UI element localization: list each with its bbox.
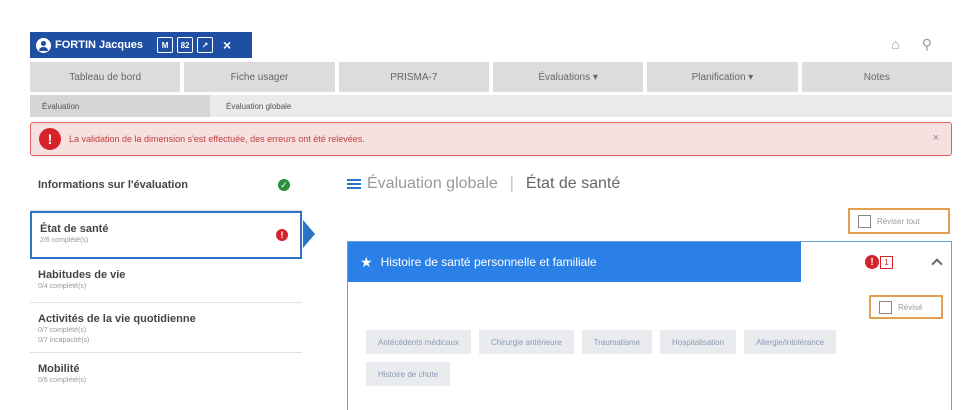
error-count-badge: 1 — [880, 255, 893, 269]
user-icon — [36, 37, 51, 53]
error-icon: ! — [865, 255, 879, 269]
chip-histoire-de-chute[interactable]: Histoire de chute — [366, 362, 451, 386]
sidebar-item-activites[interactable]: Activités de la vie quotidienne 0/7 comp… — [30, 303, 302, 353]
nav-prisma-7[interactable]: PRISMA-7 — [338, 62, 489, 92]
subnav-evaluation[interactable]: Évaluation — [30, 95, 210, 117]
sidebar-item-label: État de santé — [40, 223, 109, 235]
number-badge-icon[interactable]: 82 — [177, 37, 194, 53]
revise-checkbox[interactable]: Révisé — [869, 295, 943, 319]
chip-antecedents-medicaux[interactable]: Antécédents médicaux — [366, 330, 471, 354]
panel-title: Histoire de santé personnelle et familia… — [380, 255, 597, 269]
section-panel: ★ Histoire de santé personnelle et famil… — [347, 241, 952, 410]
sidebar-item-progress: 0/4 complété(s) — [38, 283, 87, 290]
sidebar-item-label: Mobilité — [38, 363, 80, 375]
top-icons: ⌂ ⚲ — [891, 36, 932, 53]
sidebar-item-mobilite[interactable]: Mobilité 0/6 complété(s) — [30, 353, 302, 393]
nav-notes[interactable]: Notes — [801, 62, 952, 92]
panel-header[interactable]: ★ Histoire de santé personnelle et famil… — [348, 242, 951, 282]
chip-hospitalisation[interactable]: Hospitalisation — [660, 330, 737, 354]
panel-error-indicator: ! 1 — [865, 255, 893, 269]
breadcrumb-separator: | — [509, 175, 514, 192]
sidebar-item-progress: 0/6 complété(s) — [38, 377, 87, 384]
error-message: La validation de la dimension s'est effe… — [69, 134, 365, 144]
sidebar-item-label: Activités de la vie quotidienne — [38, 313, 196, 325]
page-title: État de santé — [525, 175, 621, 192]
subnav-evaluation-globale[interactable]: Évaluation globale — [210, 102, 291, 111]
sidebar-item-label: Habitudes de vie — [38, 269, 126, 281]
chip-traumatisme[interactable]: Traumatisme — [581, 330, 653, 354]
subsection-chips: Antécédents médicaux Chirurgie antérieur… — [366, 330, 846, 386]
sidebar-item-habitudes-de-vie[interactable]: Habitudes de vie 0/4 complété(s) — [30, 259, 302, 303]
nav-evaluations[interactable]: Évaluations ▾ — [492, 62, 644, 92]
panel-header-controls: ! 1 — [801, 242, 951, 282]
checkbox-icon[interactable] — [858, 214, 871, 228]
nav-planification[interactable]: Planification ▾ — [647, 62, 798, 92]
revise-label: Révisé — [898, 302, 923, 312]
error-status-icon: ! — [276, 229, 288, 241]
close-icon[interactable]: × — [223, 37, 231, 53]
patient-tab[interactable]: FORTIN Jacques M 82 ↗ × — [30, 32, 252, 58]
patient-name[interactable]: FORTIN Jacques — [55, 39, 143, 51]
chip-allergie-intolerance[interactable]: Allergie/intolérance — [744, 330, 837, 354]
sidebar-item-label: Informations sur l'évaluation — [38, 179, 188, 191]
error-icon: ! — [39, 128, 61, 150]
checkbox-icon[interactable] — [879, 300, 892, 314]
chip-chirurgie-anterieure[interactable]: Chirurgie antérieure — [478, 330, 574, 354]
nav-fiche-usager[interactable]: Fiche usager — [184, 62, 335, 92]
alert-close-icon[interactable]: × — [933, 132, 939, 144]
menu-icon[interactable] — [347, 179, 361, 189]
sidebar-item-etat-de-sante[interactable]: État de santé 2/6 complété(s) ! — [30, 211, 302, 259]
sidebar-item-informations[interactable]: Informations sur l'évaluation ✓ — [30, 165, 302, 211]
revise-all-label: Réviser tout — [877, 216, 920, 226]
chevron-up-icon[interactable] — [931, 258, 943, 270]
sidebar-item-incapacity: 0/7 incapacité(s) — [38, 337, 90, 345]
main-nav: Tableau de bord Fiche usager PRISMA-7 Év… — [30, 62, 952, 92]
search-icon[interactable]: ⚲ — [922, 36, 932, 53]
m-badge-icon[interactable]: M — [157, 37, 174, 53]
star-icon: ★ — [360, 253, 373, 270]
external-link-icon[interactable]: ↗ — [197, 37, 214, 53]
sidebar-item-progress: 0/7 complété(s) — [38, 327, 87, 334]
sidebar-item-progress: 2/6 complété(s) — [40, 237, 89, 244]
nav-tableau-de-bord[interactable]: Tableau de bord — [30, 62, 181, 92]
breadcrumb: Évaluation globale | État de santé — [347, 175, 620, 193]
sidebar: Informations sur l'évaluation ✓ État de … — [30, 165, 302, 393]
revise-all-checkbox[interactable]: Réviser tout — [848, 208, 950, 234]
home-icon[interactable]: ⌂ — [891, 36, 899, 53]
sub-nav: Évaluation Évaluation globale — [30, 95, 952, 117]
breadcrumb-section[interactable]: Évaluation globale — [367, 175, 498, 193]
active-arrow-icon — [303, 220, 315, 248]
check-icon: ✓ — [278, 179, 290, 191]
error-alert: ! La validation de la dimension s'est ef… — [30, 122, 952, 156]
